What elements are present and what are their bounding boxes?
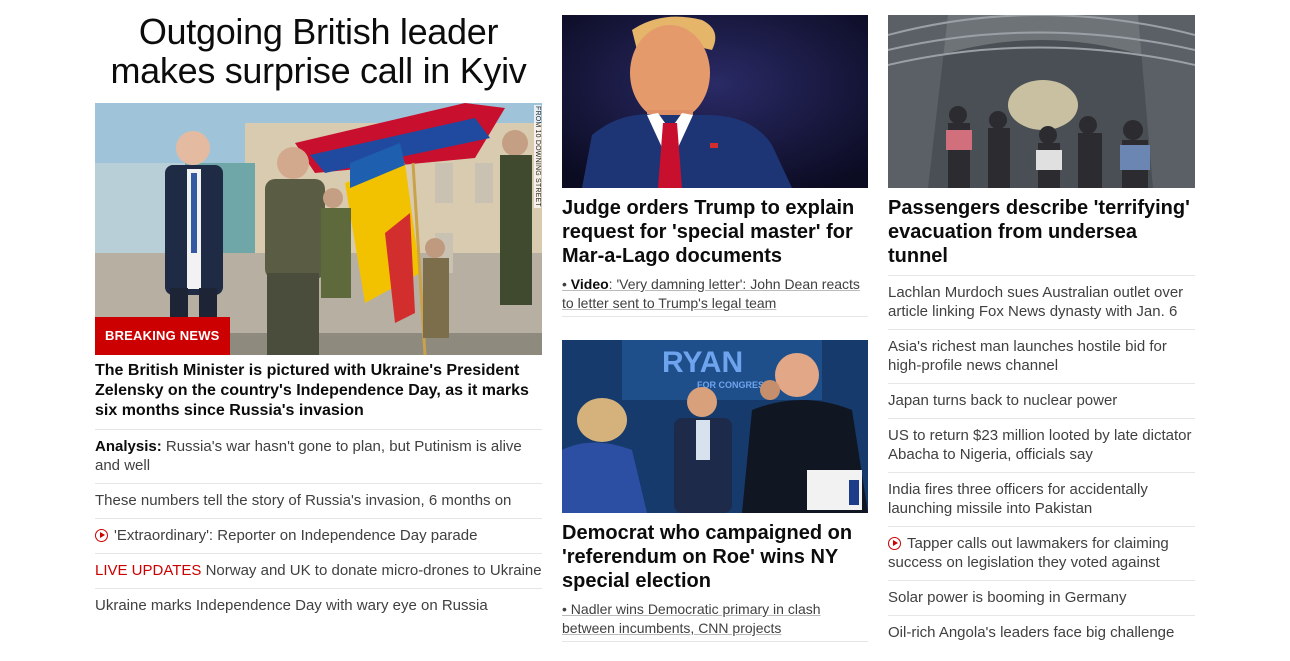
- list-item[interactable]: US to return $23 million looted by late …: [888, 419, 1195, 473]
- list-item[interactable]: Lachlan Murdoch sues Australian outlet o…: [888, 276, 1195, 330]
- ryan-sign-text: RYAN: [662, 346, 743, 379]
- play-circle-icon: [888, 537, 901, 550]
- list-item-text: Oil-rich Angola's leaders face big chall…: [888, 624, 1175, 641]
- list-item-text: Japan turns back to nuclear power: [888, 392, 1118, 409]
- play-circle-icon: [95, 529, 108, 542]
- list-item[interactable]: Tapper calls out lawmakers for claiming …: [888, 527, 1195, 581]
- lead-headline-link[interactable]: Outgoing British leader makes surprise c…: [95, 12, 542, 103]
- analysis-label: Analysis:: [95, 438, 162, 455]
- list-item-text: Lachlan Murdoch sues Australian outlet o…: [888, 284, 1184, 320]
- list-item-text: These numbers tell the story of Russia's…: [95, 492, 512, 509]
- right-column: Passengers describe 'terrifying' evacuat…: [888, 15, 1195, 650]
- trump-subheadline: • Video: 'Very damning letter': John Dea…: [562, 275, 868, 317]
- list-item[interactable]: Ukraine marks Independence Day with wary…: [95, 589, 542, 623]
- ryan-headline[interactable]: Democrat who campaigned on 'referendum o…: [562, 521, 868, 593]
- ryan-photo: RYAN FOR CONGRESS: [562, 340, 868, 513]
- lead-related-list: Analysis: Russia's war hasn't gone to pl…: [95, 430, 542, 623]
- list-item[interactable]: Analysis: Russia's war hasn't gone to pl…: [95, 430, 542, 484]
- breaking-news-badge: BREAKING NEWS: [95, 317, 230, 355]
- list-item-text: India fires three officers for accidenta…: [888, 481, 1148, 517]
- list-item[interactable]: These numbers tell the story of Russia's…: [95, 484, 542, 519]
- tunnel-headline[interactable]: Passengers describe 'terrifying' evacuat…: [888, 196, 1195, 268]
- list-item[interactable]: LIVE UPDATES Norway and UK to donate mic…: [95, 554, 542, 589]
- list-item-text: Ukraine marks Independence Day with wary…: [95, 597, 488, 614]
- image-credit: FROM 10 DOWNING STREET: [534, 105, 541, 208]
- list-item-text: Norway and UK to donate micro-drones to …: [201, 562, 542, 579]
- list-item[interactable]: India fires three officers for accidenta…: [888, 473, 1195, 527]
- nadler-subheadline: • Nadler wins Democratic primary in clas…: [562, 600, 868, 642]
- middle-column: Judge orders Trump to explain request fo…: [562, 15, 868, 642]
- trump-headline[interactable]: Judge orders Trump to explain request fo…: [562, 196, 868, 268]
- trump-photo: [562, 15, 868, 188]
- list-item-text: Asia's richest man launches hostile bid …: [888, 338, 1167, 374]
- lead-story-column: Outgoing British leader makes surprise c…: [95, 0, 542, 623]
- tunnel-story-image[interactable]: [888, 15, 1195, 188]
- live-updates-label: LIVE UPDATES: [95, 562, 202, 579]
- lead-caption-link[interactable]: The British Minister is pictured with Uk…: [95, 361, 542, 430]
- headline-list: Lachlan Murdoch sues Australian outlet o…: [888, 275, 1195, 650]
- video-label: Video: [570, 276, 609, 292]
- tunnel-photo: [888, 15, 1195, 188]
- list-item[interactable]: 'Extraordinary': Reporter on Independenc…: [95, 519, 542, 554]
- lead-headline: Outgoing British leader makes surprise c…: [110, 11, 527, 91]
- video-link[interactable]: • Video: 'Very damning letter': John Dea…: [562, 276, 860, 311]
- list-item[interactable]: Solar power is booming in Germany: [888, 581, 1195, 616]
- list-item[interactable]: Oil-rich Angola's leaders face big chall…: [888, 616, 1195, 650]
- lead-story-image[interactable]: FROM 10 DOWNING STREET BREAKING NEWS: [95, 103, 542, 355]
- list-item[interactable]: Asia's richest man launches hostile bid …: [888, 330, 1195, 384]
- bullet: •: [562, 276, 571, 292]
- list-item-text: US to return $23 million looted by late …: [888, 427, 1192, 463]
- ryan-story-image[interactable]: RYAN FOR CONGRESS: [562, 340, 868, 513]
- list-item[interactable]: Japan turns back to nuclear power: [888, 384, 1195, 419]
- nadler-link[interactable]: • Nadler wins Democratic primary in clas…: [562, 601, 821, 636]
- trump-story-image[interactable]: [562, 15, 868, 188]
- list-item-text: Solar power is booming in Germany: [888, 589, 1127, 606]
- list-item-text: Tapper calls out lawmakers for claiming …: [888, 535, 1169, 571]
- list-item-text: 'Extraordinary': Reporter on Independenc…: [114, 527, 478, 544]
